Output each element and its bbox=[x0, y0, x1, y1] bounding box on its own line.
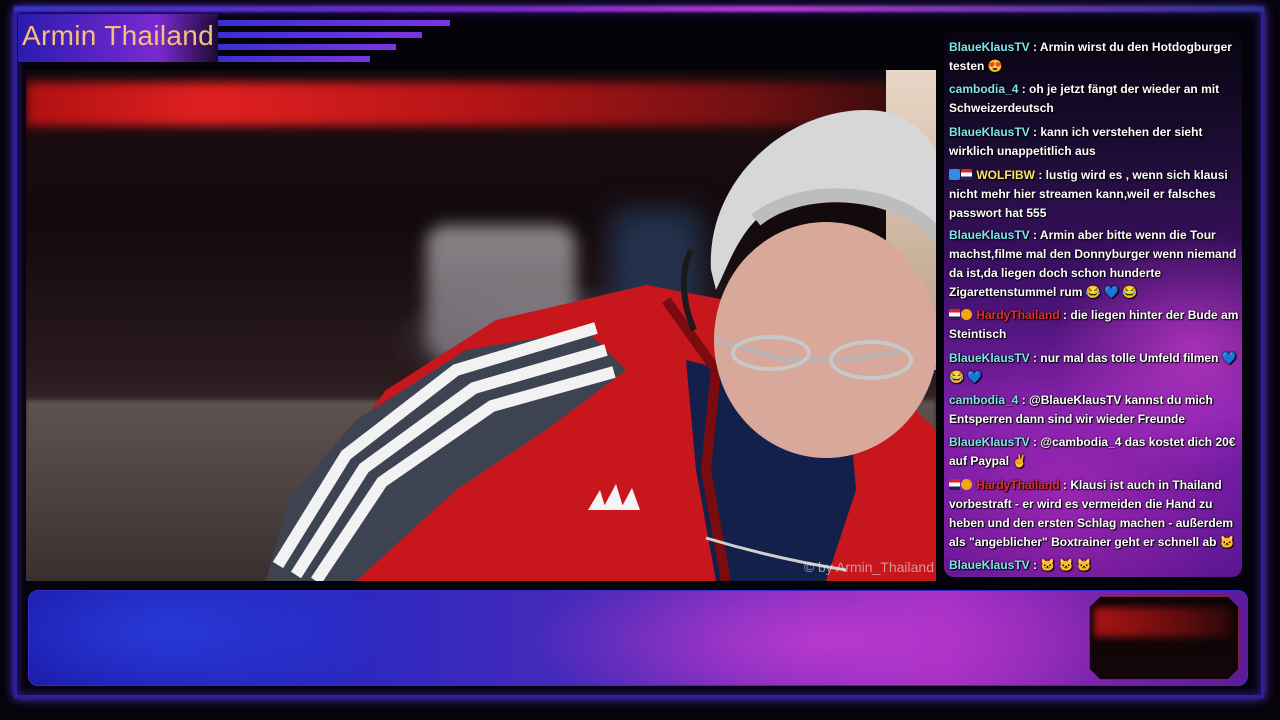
camera-streak bbox=[1094, 607, 1232, 637]
chat-separator: : bbox=[1059, 478, 1071, 492]
chat-username[interactable]: BlaueKlausTV bbox=[949, 228, 1030, 242]
chat-separator: : bbox=[1029, 558, 1041, 572]
chat-message: cambodia_4 : @BlaueKlausTV kannst du mic… bbox=[949, 391, 1239, 429]
chat-message: BlaueKlausTV : Armin wirst du den Hotdog… bbox=[949, 38, 1239, 76]
chat-username[interactable]: cambodia_4 bbox=[949, 82, 1018, 96]
frame-glow bbox=[14, 6, 1264, 12]
chat-separator: : bbox=[1029, 228, 1040, 242]
decor-bar bbox=[218, 20, 450, 26]
chat-emotes: 😍 bbox=[984, 59, 1003, 73]
chat-separator: : bbox=[1018, 393, 1030, 407]
chat-username[interactable]: HardyThailand bbox=[976, 478, 1059, 492]
chat-username[interactable]: BlaueKlausTV bbox=[949, 351, 1030, 365]
chat-username[interactable]: BlaueKlausTV bbox=[949, 558, 1030, 572]
chat-separator: : bbox=[1029, 125, 1041, 139]
stream-title: Armin Thailand bbox=[22, 20, 214, 51]
chat-message: BlaueKlausTV : nur mal das tolle Umfeld … bbox=[949, 349, 1239, 387]
decor-bar bbox=[218, 56, 370, 62]
chat-emotes: 🐱 🐱 🐱 bbox=[1040, 558, 1092, 572]
chat-emotes: 🐱 bbox=[1216, 535, 1235, 549]
flag-badge-icon bbox=[949, 309, 960, 320]
chat-message: HardyThailand : Klausi ist auch in Thail… bbox=[949, 476, 1239, 552]
video-feed[interactable]: © by Armin_Thailand bbox=[26, 70, 936, 581]
chat-message: BlaueKlausTV : @cambodia_4 das kostet di… bbox=[949, 433, 1239, 471]
chat-message: HardyThailand : die liegen hinter der Bu… bbox=[949, 306, 1239, 344]
chat-message: cambodia_4 : oh je jetzt fängt der wiede… bbox=[949, 80, 1239, 118]
bottom-banner bbox=[28, 590, 1248, 686]
chat-username[interactable]: HardyThailand bbox=[976, 308, 1059, 322]
chat-message: BlaueKlausTV : kann ich verstehen der si… bbox=[949, 123, 1239, 161]
warn-badge-icon bbox=[961, 479, 972, 490]
chat-username[interactable]: BlaueKlausTV bbox=[949, 125, 1030, 139]
chat-username[interactable]: cambodia_4 bbox=[949, 393, 1018, 407]
chat-emotes: 😂 💙 😂 bbox=[1082, 285, 1138, 299]
chat-separator: : bbox=[1029, 40, 1040, 54]
chat-username[interactable]: BlaueKlausTV bbox=[949, 435, 1030, 449]
chat-emotes: ✌ bbox=[1009, 454, 1028, 468]
chat-message: BlaueKlausTV : Armin aber bitte wenn die… bbox=[949, 226, 1239, 302]
person-figure bbox=[266, 110, 936, 581]
flag-badge-icon bbox=[949, 479, 960, 490]
chat-message: WOLFIBW : lustig wird es , wenn sich kla… bbox=[949, 166, 1239, 223]
chat-text: nur mal das tolle Umfeld filmen bbox=[1040, 351, 1219, 365]
flag-badge-icon bbox=[961, 169, 972, 180]
chat-separator: : bbox=[1035, 168, 1046, 182]
decor-bar bbox=[218, 44, 396, 50]
chat-separator: : bbox=[1029, 435, 1041, 449]
sub-badge-icon bbox=[949, 169, 960, 180]
chat-separator: : bbox=[1059, 308, 1071, 322]
watermark: © by Armin_Thailand bbox=[803, 559, 934, 575]
chat-separator: : bbox=[1029, 351, 1041, 365]
chat-username[interactable]: WOLFIBW bbox=[976, 168, 1035, 182]
chat-panel[interactable]: BlaueKlausTV : Armin wirst du den Hotdog… bbox=[944, 32, 1242, 577]
warn-badge-icon bbox=[961, 309, 972, 320]
decor-bar bbox=[218, 32, 422, 38]
chat-username[interactable]: BlaueKlausTV bbox=[949, 40, 1030, 54]
camera-preview bbox=[1089, 596, 1239, 680]
chat-separator: : bbox=[1018, 82, 1030, 96]
chat-message: BlaueKlausTV : 🐱 🐱 🐱 bbox=[949, 556, 1239, 575]
